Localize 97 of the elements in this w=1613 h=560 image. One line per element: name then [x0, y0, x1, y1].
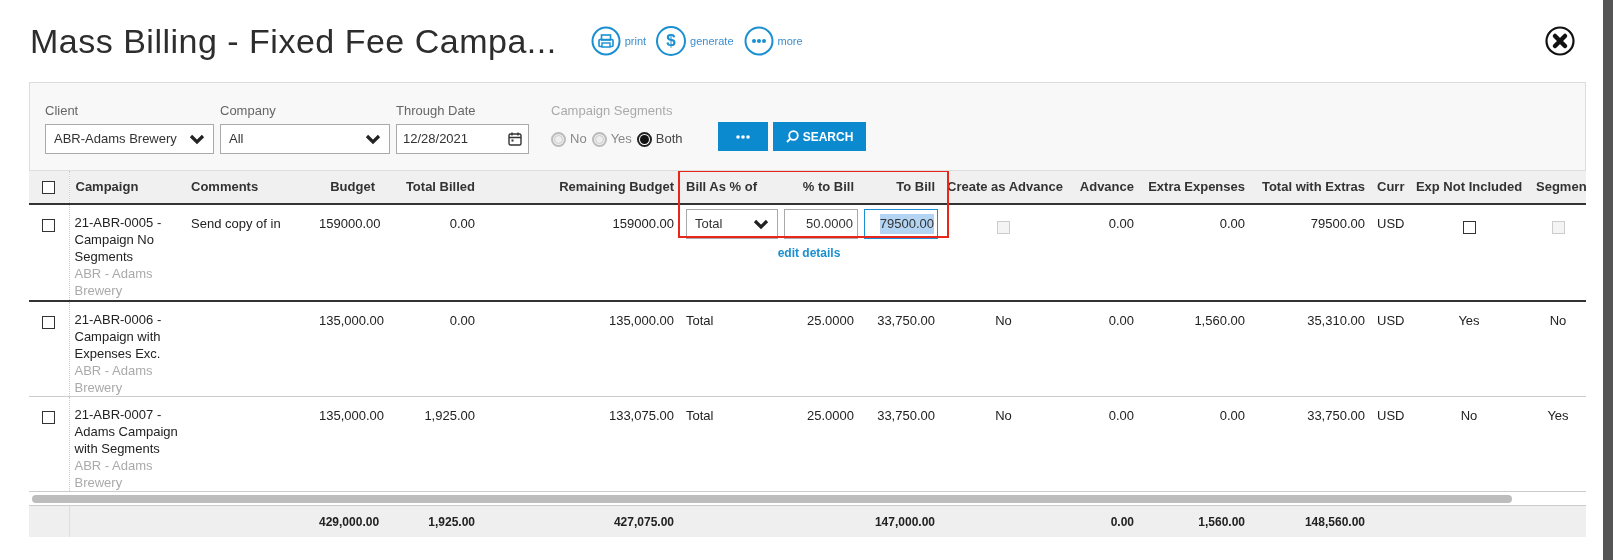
checkbox[interactable]: [42, 219, 56, 233]
table-cell: 159000.00: [612, 216, 674, 231]
company-select[interactable]: All: [220, 124, 390, 154]
column-header[interactable]: Budget: [330, 179, 375, 195]
date-field[interactable]: 12/28/2021: [396, 124, 529, 154]
table-cell: 25.0000: [807, 313, 854, 328]
bill-as-select[interactable]: Total: [686, 209, 778, 239]
client-name: ABR - Adams Brewery: [74, 265, 154, 299]
to-bill-field[interactable]: 79500.00: [864, 209, 938, 239]
table-cell: 0.00: [1108, 216, 1134, 231]
total-value: 427,075.00: [613, 514, 674, 529]
column-header[interactable]: Remaining Budget: [559, 179, 674, 195]
total-value: 0.00: [1110, 514, 1134, 529]
radio-option[interactable]: Both: [636, 129, 683, 149]
more-icon: [736, 134, 750, 139]
action-link[interactable]: more: [743, 26, 803, 56]
action-link[interactable]: print: [590, 26, 647, 56]
total-value: 429,000.00: [319, 514, 380, 529]
chevron-down-icon: [189, 133, 205, 145]
chevron-down-icon: [365, 133, 381, 145]
client-name: ABR - Adams Brewery: [74, 362, 154, 396]
column-header[interactable]: Extra Expenses: [1148, 179, 1245, 195]
table-cell: 0.00: [1108, 313, 1134, 328]
table-cell: 33,750.00: [877, 313, 935, 328]
column-header[interactable]: Curr: [1377, 179, 1405, 195]
column-header[interactable]: Total with Extras: [1261, 179, 1365, 195]
table-cell: Total: [686, 313, 714, 328]
table-cell: Yes: [1547, 408, 1569, 423]
table-cell: 135,000.00: [319, 313, 385, 328]
table-cell: 0.00: [449, 216, 475, 231]
table-cell: 133,075.00: [608, 408, 674, 423]
table-cell: 0.00: [1219, 216, 1245, 231]
table-cell: 1,560.00: [1194, 313, 1245, 328]
close-icon: [1545, 26, 1575, 56]
total-value: 1,925.00: [428, 514, 475, 529]
column-header[interactable]: Segmen: [1536, 179, 1586, 195]
table-cell: 1,925.00: [424, 408, 475, 423]
comment-text: Send copy of in: [191, 216, 281, 231]
total-value: 1,560.00: [1198, 514, 1245, 529]
column-header[interactable]: Create as Advance: [947, 179, 1063, 195]
table-cell: USD: [1377, 313, 1405, 328]
table-cell: No: [1549, 313, 1567, 328]
total-value: 147,000.00: [874, 514, 935, 529]
field-label: Client: [45, 103, 80, 119]
checkbox[interactable]: [42, 316, 56, 330]
close-button[interactable]: [1545, 26, 1575, 56]
percent-field[interactable]: 50.0000: [784, 209, 858, 239]
edit-details-link[interactable]: edit details: [754, 244, 864, 262]
total-value: 148,560.00: [1304, 514, 1365, 529]
table-cell: 33,750.00: [877, 408, 935, 423]
table-cell: 79500.00: [1310, 216, 1365, 231]
field-label: Campaign Segments: [551, 103, 674, 119]
table-cell: 33,750.00: [1307, 408, 1365, 423]
client-select[interactable]: ABR-Adams Brewery: [45, 124, 214, 154]
table-cell: Total: [686, 408, 714, 423]
calendar-icon: [508, 132, 522, 146]
checkbox[interactable]: [42, 181, 56, 195]
more-icon: [743, 26, 774, 56]
printer-icon: [590, 26, 621, 56]
action-link[interactable]: $ generate: [656, 26, 734, 56]
column-header[interactable]: Exp Not Included: [1415, 179, 1523, 195]
horizontal-scrollbar[interactable]: [29, 492, 1586, 506]
column-header[interactable]: To Bill: [896, 179, 935, 195]
column-header[interactable]: Campaign: [75, 179, 139, 195]
table-cell: 35,310.00: [1307, 313, 1365, 328]
table-cell: 0.00: [1108, 408, 1134, 423]
campaign-name: 21-ABR-0005 - Campaign No Segments: [74, 214, 163, 265]
table-cell: No: [995, 408, 1012, 423]
table-cell: 0.00: [1219, 408, 1245, 423]
column-header[interactable]: Total Billed: [405, 179, 475, 195]
page-title: Mass Billing - Fixed Fee Campa...: [30, 24, 557, 58]
search-icon: [785, 130, 799, 143]
table-cell: 0.00: [449, 313, 475, 328]
client-name: ABR - Adams Brewery: [74, 457, 154, 491]
column-header[interactable]: Advance: [1079, 179, 1134, 195]
checkbox[interactable]: [1462, 221, 1476, 235]
search-button[interactable]: SEARCH: [773, 122, 866, 151]
column-header[interactable]: Bill As % of: [686, 179, 758, 195]
table-cell: 159000.00: [319, 216, 381, 231]
dollar-icon: $: [656, 26, 687, 56]
chevron-down-icon: [753, 218, 769, 230]
campaign-name: 21-ABR-0006 - Campaign with Expenses Exc.: [74, 311, 163, 362]
column-header[interactable]: Comments: [191, 179, 259, 195]
column-header[interactable]: % to Bill: [802, 179, 854, 195]
table-cell: Yes: [1458, 313, 1480, 328]
table-cell: 25.0000: [807, 408, 854, 423]
table-cell: USD: [1377, 408, 1405, 423]
field-label: Company: [220, 103, 277, 119]
table-cell: No: [995, 313, 1012, 328]
table-cell: 135,000.00: [319, 408, 385, 423]
table-cell: USD: [1377, 216, 1405, 231]
table-cell: No: [1460, 408, 1478, 423]
field-label: Through Date: [396, 103, 477, 119]
vertical-scrollbar[interactable]: [1603, 0, 1613, 560]
campaign-name: 21-ABR-0007 - Adams Campaign with Segments: [74, 406, 179, 457]
checkbox[interactable]: [42, 411, 56, 425]
table-cell: 135,000.00: [608, 313, 674, 328]
